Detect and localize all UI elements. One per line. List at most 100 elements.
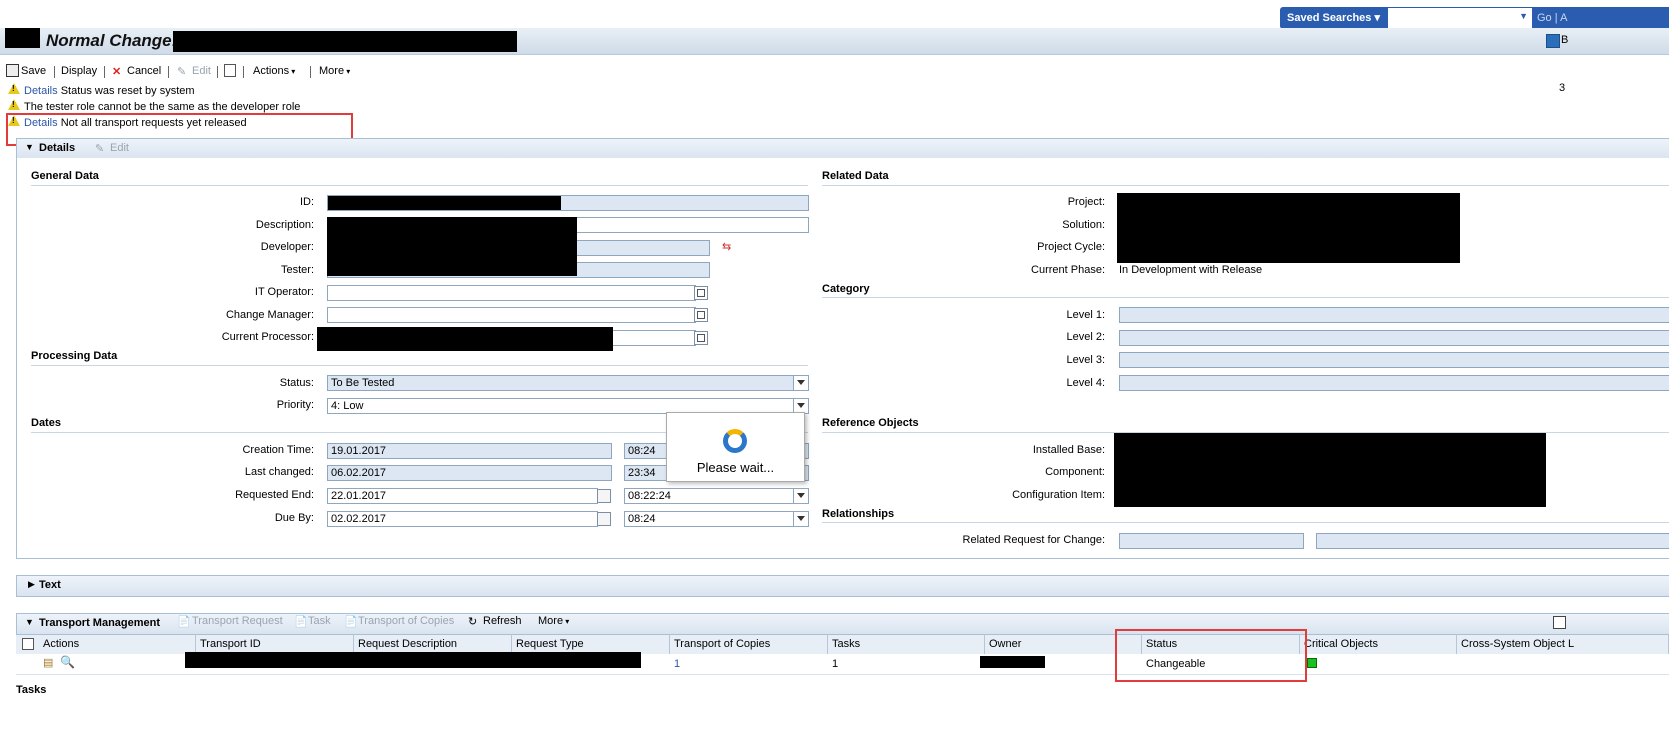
toolbar-separator: [217, 66, 218, 78]
change-manager-field[interactable]: [327, 307, 696, 323]
details-edit-button[interactable]: Edit: [110, 142, 129, 154]
back-label[interactable]: B: [1561, 34, 1568, 46]
tasks-count: 1: [832, 658, 839, 670]
value-help-icon[interactable]: [694, 286, 708, 300]
transport-of-copies-link[interactable]: 1: [674, 658, 680, 670]
go-button[interactable]: Go | A: [1533, 7, 1669, 29]
column-header-transport-of-copies[interactable]: Transport of Copies: [670, 634, 828, 654]
message-tester-role: The tester role cannot be the same as th…: [24, 101, 301, 113]
column-header-tasks[interactable]: Tasks: [828, 634, 985, 654]
details-link[interactable]: Details: [24, 85, 58, 97]
edit-icon: ✎: [177, 66, 187, 78]
search-icon[interactable]: 🔍: [60, 655, 75, 669]
requested-end-date-field[interactable]: 22.01.2017: [327, 488, 598, 504]
id-label: ID:: [299, 196, 314, 208]
saved-searches-label: Saved Searches: [1287, 12, 1372, 24]
redacted-block: [185, 652, 641, 668]
chart-view-icon[interactable]: [1553, 616, 1566, 629]
copy-icon[interactable]: [224, 64, 236, 77]
more-label: More: [319, 65, 345, 77]
chevron-down-icon[interactable]: [793, 488, 809, 504]
level-4-field[interactable]: [1119, 375, 1669, 391]
back-icon[interactable]: [1546, 34, 1560, 48]
it-operator-field[interactable]: [327, 285, 696, 301]
details-section-title: Details: [39, 142, 76, 154]
column-header-cross-system-object[interactable]: Cross-System Object L: [1457, 634, 1669, 654]
display-button[interactable]: Display: [61, 65, 97, 77]
select-all-icon[interactable]: [22, 638, 34, 650]
level-3-label: Level 3:: [1066, 354, 1105, 366]
saved-searches-button[interactable]: Saved Searches ▾: [1280, 7, 1387, 29]
redacted-block: [328, 196, 561, 210]
text-section-header[interactable]: [16, 575, 1669, 597]
save-button[interactable]: Save: [21, 65, 46, 77]
document-icon[interactable]: ▤: [43, 656, 53, 669]
chevron-down-icon[interactable]: [793, 375, 809, 391]
cancel-button[interactable]: Cancel: [127, 65, 161, 77]
message-count: 3: [1559, 82, 1566, 94]
more-menu[interactable]: More ▾: [538, 615, 569, 627]
column-header-request-description[interactable]: Request Description: [354, 634, 512, 654]
reference-objects-title: Reference Objects: [822, 417, 919, 429]
related-data-title: Related Data: [822, 170, 889, 182]
due-by-time-field[interactable]: 08:24: [624, 511, 795, 527]
task-button[interactable]: Task: [308, 615, 331, 627]
status-select[interactable]: To Be Tested: [327, 375, 795, 391]
partner-swap-icon[interactable]: ⇆: [722, 240, 731, 253]
page-title: Normal Change:: [46, 31, 178, 50]
redacted-block: [1117, 193, 1460, 263]
warning-icon: !: [8, 99, 20, 110]
related-rfc-label: Related Request for Change:: [962, 534, 1105, 546]
please-wait-dialog: Please wait...: [666, 412, 805, 482]
more-menu[interactable]: More ▾: [319, 65, 350, 77]
advanced-label: A: [1560, 12, 1568, 24]
toolbar-separator: [243, 66, 244, 78]
last-changed-label: Last changed:: [244, 466, 314, 478]
actions-menu[interactable]: Actions ▾: [253, 65, 295, 77]
please-wait-text: Please wait...: [696, 460, 775, 475]
collapse-icon[interactable]: ▼: [25, 142, 34, 152]
edit-button[interactable]: Edit: [192, 65, 211, 77]
general-data-title: General Data: [31, 170, 99, 182]
message-status-reset: Details Status was reset by system: [24, 85, 195, 97]
processing-data-title: Processing Data: [31, 350, 118, 362]
task-icon: 📄: [294, 616, 308, 628]
tester-label: Tester:: [280, 264, 314, 276]
level-4-label: Level 4:: [1066, 377, 1105, 389]
project-label: Project:: [1067, 196, 1105, 208]
message-text: Status was reset by system: [60, 85, 195, 97]
related-rfc-field[interactable]: [1119, 533, 1304, 549]
value-help-icon[interactable]: [694, 308, 708, 322]
refresh-button[interactable]: Refresh: [483, 615, 522, 627]
current-phase-value: In Development with Release: [1119, 264, 1263, 276]
collapse-icon[interactable]: ▼: [25, 617, 34, 627]
divider: [822, 185, 1669, 186]
warning-icon: !: [8, 83, 20, 94]
calendar-icon[interactable]: [597, 512, 611, 526]
saved-searches-select[interactable]: ▼: [1387, 7, 1533, 29]
due-by-date-field[interactable]: 02.02.2017: [327, 511, 598, 527]
requested-end-time-field[interactable]: 08:22:24: [624, 488, 795, 504]
calendar-icon[interactable]: [597, 489, 611, 503]
redacted-block: [5, 28, 40, 48]
current-phase-label: Current Phase:: [1031, 264, 1105, 276]
installed-base-label: Installed Base:: [1032, 444, 1105, 456]
toolbar-separator: [310, 66, 311, 78]
value-help-icon[interactable]: [694, 331, 708, 345]
loading-spinner-icon: [723, 429, 747, 453]
dates-title: Dates: [31, 417, 61, 429]
column-header-transport-id[interactable]: Transport ID: [196, 634, 354, 654]
chevron-down-icon[interactable]: [793, 511, 809, 527]
details-section-header[interactable]: [16, 138, 1669, 160]
expand-icon[interactable]: ▶: [28, 579, 35, 590]
column-header-actions[interactable]: Actions: [39, 634, 196, 654]
column-header-critical-objects[interactable]: Critical Objects: [1300, 634, 1457, 654]
transport-of-copies-button[interactable]: Transport of Copies: [358, 615, 454, 627]
level-1-field[interactable]: [1119, 307, 1669, 323]
column-header-request-type[interactable]: Request Type: [512, 634, 670, 654]
requested-end-label: Requested End:: [235, 489, 314, 501]
level-2-field[interactable]: [1119, 330, 1669, 346]
redacted-block: [327, 217, 577, 276]
transport-request-button[interactable]: Transport Request: [192, 615, 283, 627]
level-3-field[interactable]: [1119, 352, 1669, 368]
